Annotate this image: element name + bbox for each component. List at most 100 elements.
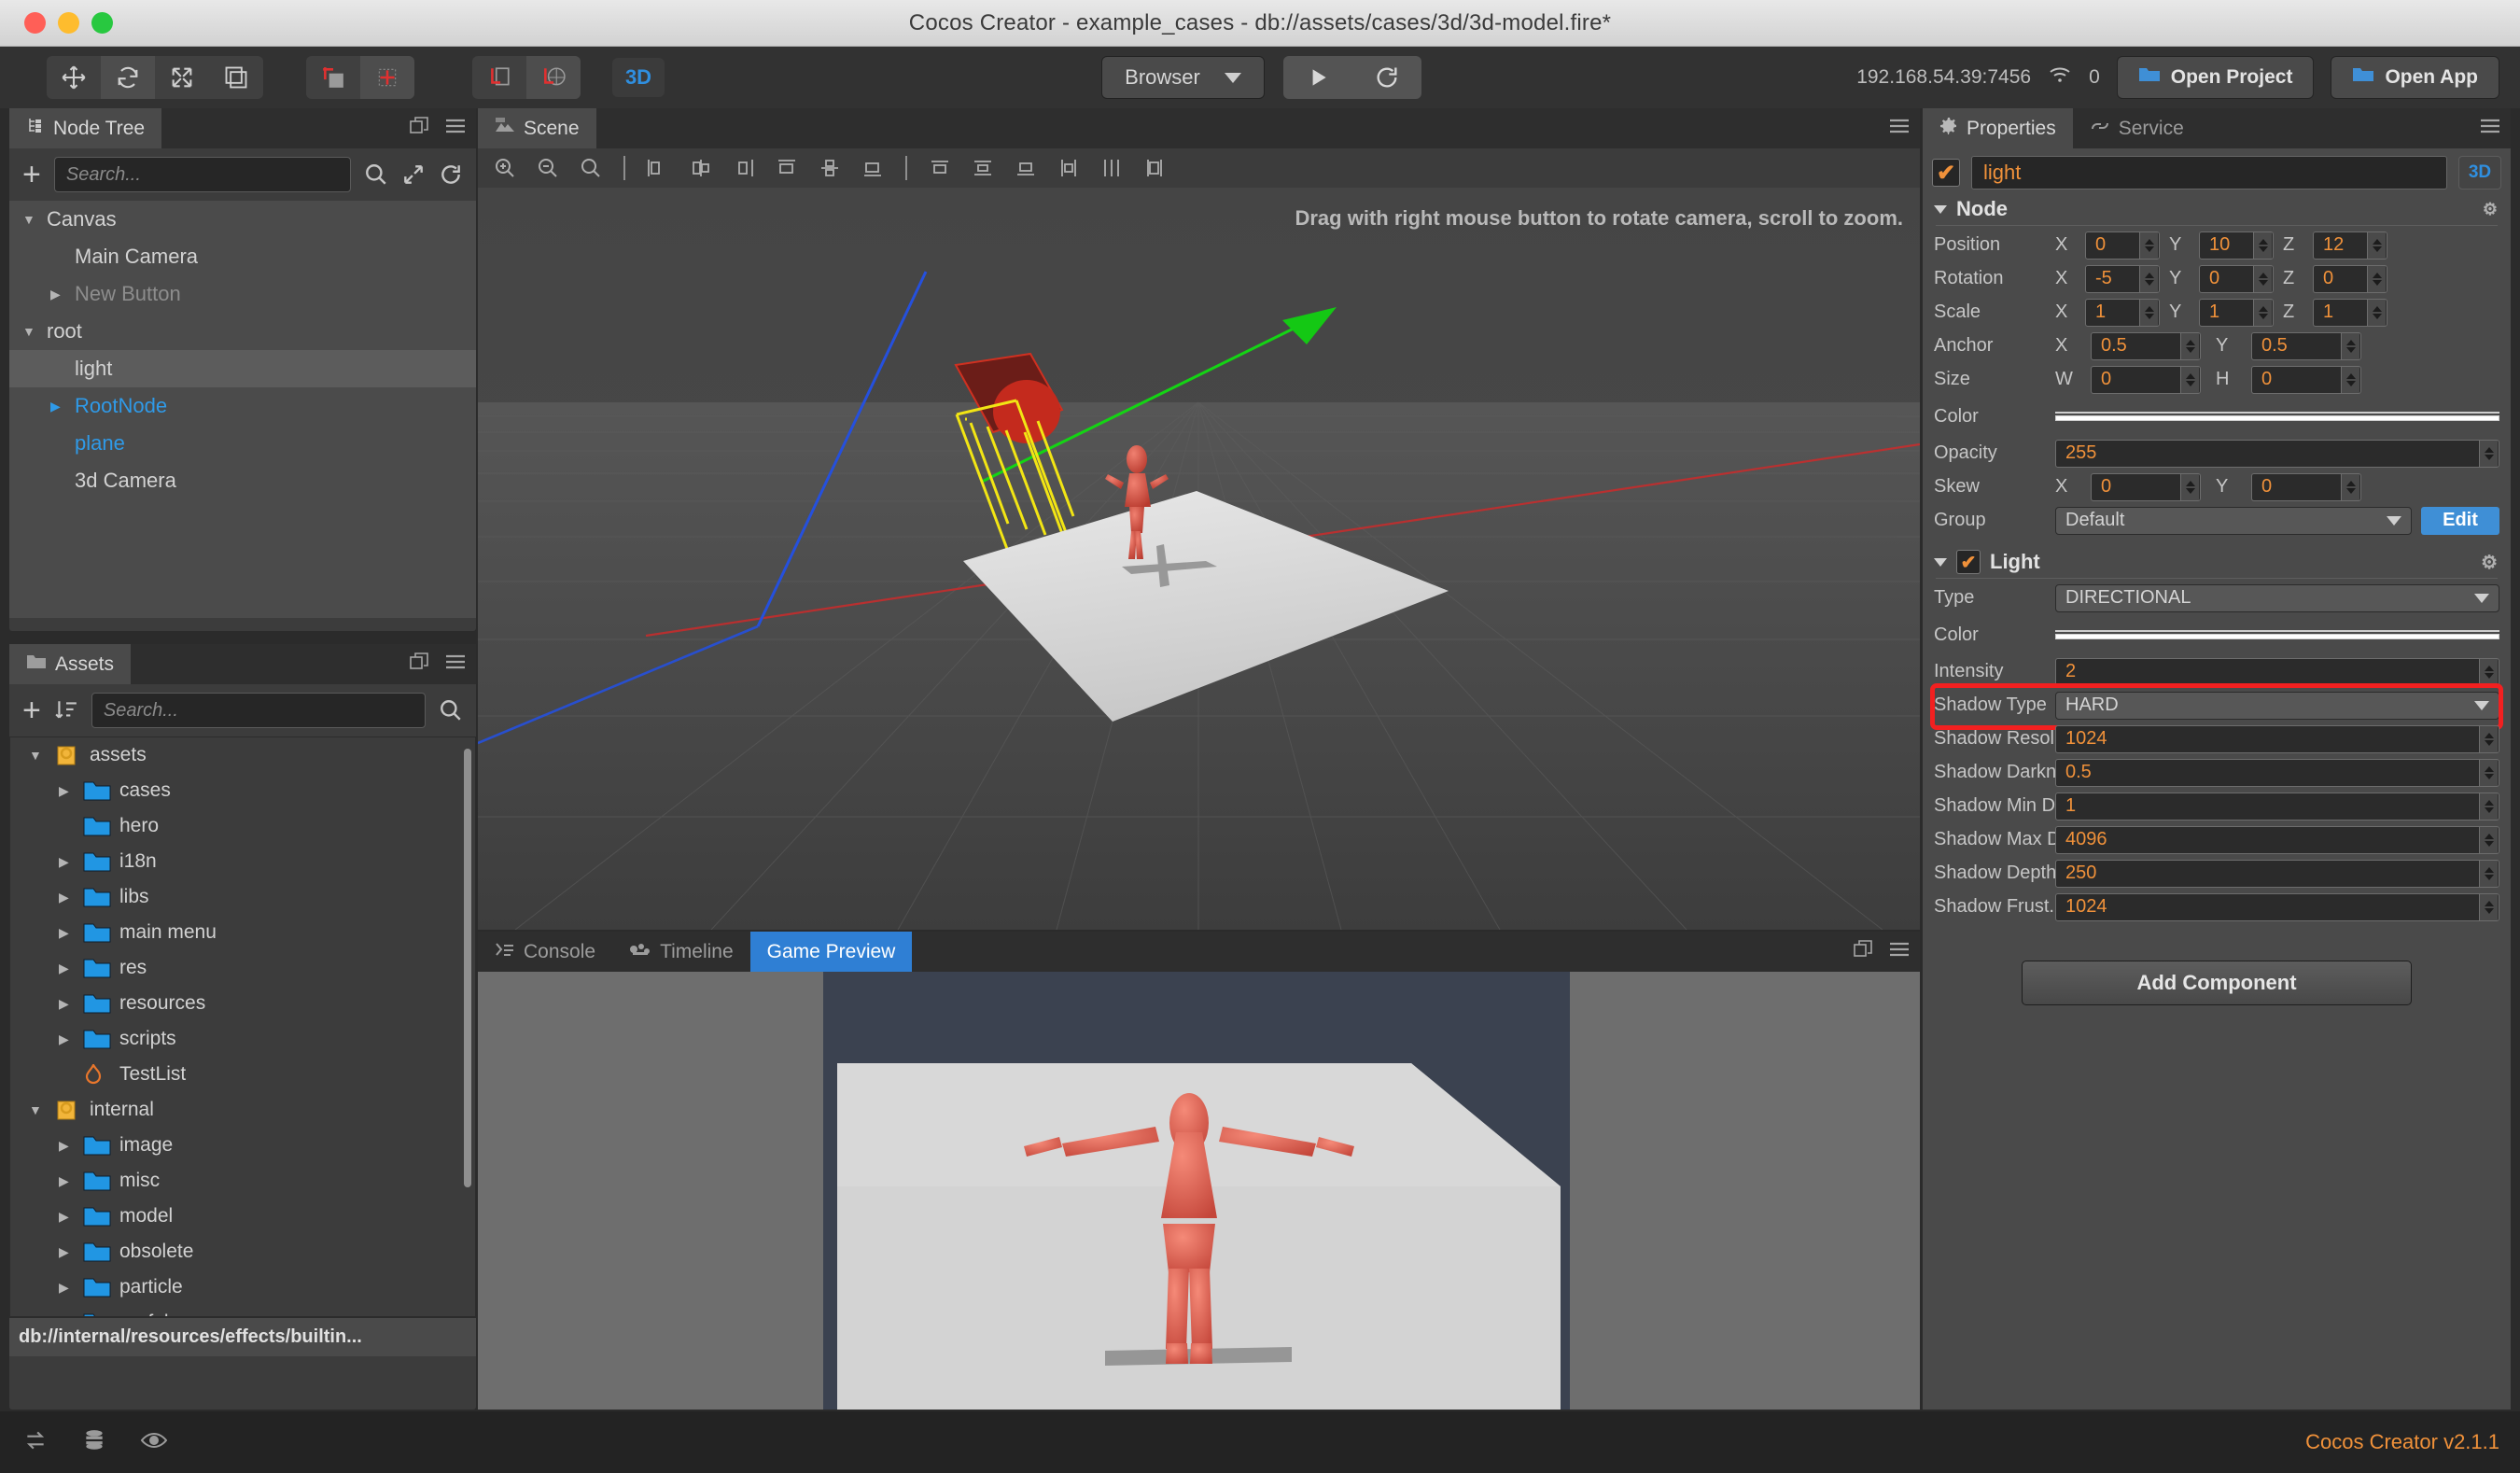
stepper-spinner[interactable]	[2341, 332, 2359, 359]
rotate-tool-button[interactable]	[101, 56, 155, 99]
node-tree-item[interactable]: ▶ New Button	[9, 275, 476, 313]
distribute-right-icon[interactable]	[1135, 150, 1174, 186]
chevron-right-icon[interactable]: ▶	[59, 783, 83, 799]
asset-tree-item[interactable]: hero	[10, 808, 475, 844]
property-number-input[interactable]: 0	[2251, 472, 2361, 501]
assets-scrollbar[interactable]	[464, 749, 471, 1187]
zoom-out-icon[interactable]	[528, 150, 567, 186]
node-tree-search-input[interactable]: Search...	[53, 157, 351, 192]
open-app-button[interactable]: Open App	[2331, 56, 2499, 99]
distribute-left-icon[interactable]	[1049, 150, 1088, 186]
pivot-pivot-button[interactable]	[306, 56, 360, 99]
popout-icon[interactable]	[409, 116, 429, 141]
chevron-right-icon[interactable]: ▶	[59, 1138, 83, 1154]
preview-target-select[interactable]: Browser	[1101, 56, 1265, 99]
stepper-spinner[interactable]	[2253, 265, 2272, 292]
stepper-spinner[interactable]	[2479, 658, 2498, 685]
property-number-input[interactable]: 1024	[2055, 892, 2499, 921]
align-bottom-icon[interactable]	[853, 150, 892, 186]
chevron-right-icon[interactable]: ▶	[50, 287, 75, 302]
property-select[interactable]: DIRECTIONAL	[2055, 583, 2499, 612]
node-section-header[interactable]: Node ⚙	[1923, 193, 2511, 225]
asset-tree-item[interactable]: ▶ res	[10, 950, 475, 986]
node-section-menu-icon[interactable]: ⚙	[2483, 200, 2498, 219]
property-number-input[interactable]: 0	[2199, 264, 2274, 293]
node-tree-item[interactable]: ▼ root	[9, 313, 476, 350]
asset-tree-item[interactable]: ▶ misc	[10, 1163, 475, 1199]
popout-icon[interactable]	[409, 652, 429, 677]
chevron-down-icon[interactable]: ▼	[22, 324, 47, 339]
node-tree-item[interactable]: ▶ RootNode	[9, 387, 476, 425]
panel-menu-icon[interactable]	[2479, 117, 2501, 140]
stepper-spinner[interactable]	[2479, 893, 2498, 920]
asset-tree-item[interactable]: ▶ i18n	[10, 844, 475, 879]
tab-service[interactable]: Service	[2073, 108, 2201, 148]
tab-scene[interactable]: Scene	[478, 108, 596, 148]
property-number-input[interactable]: 1	[2055, 792, 2499, 821]
node-name-input[interactable]: light	[1971, 156, 2447, 189]
property-number-input[interactable]: 1	[2085, 298, 2160, 327]
node-tree-item[interactable]: ▼ Canvas	[9, 201, 476, 238]
property-number-input[interactable]: 12	[2313, 231, 2387, 260]
stepper-spinner[interactable]	[2479, 440, 2498, 467]
light-section-menu-icon[interactable]: ⚙	[2481, 551, 2498, 574]
chevron-right-icon[interactable]: ▶	[59, 1031, 83, 1047]
color-picker-field[interactable]	[2055, 412, 2499, 421]
chevron-right-icon[interactable]: ▶	[59, 1173, 83, 1189]
game-preview-viewport[interactable]	[478, 972, 1920, 1410]
node-3d-toggle[interactable]: 3D	[2458, 156, 2501, 189]
toggle-3d-button[interactable]: 3D	[612, 58, 665, 97]
stepper-spinner[interactable]	[2479, 793, 2498, 820]
align-right-icon[interactable]	[724, 150, 763, 186]
open-project-button[interactable]: Open Project	[2116, 56, 2315, 99]
stepper-spinner[interactable]	[2139, 265, 2158, 292]
add-asset-button[interactable]: +	[22, 694, 41, 726]
asset-tree-item[interactable]: ▼ internal	[10, 1092, 475, 1128]
tab-game-preview[interactable]: Game Preview	[749, 932, 913, 972]
zoom-in-icon[interactable]	[485, 150, 525, 186]
node-tree-item[interactable]: light	[9, 350, 476, 387]
search-icon[interactable]	[364, 162, 388, 187]
add-component-button[interactable]: Add Component	[2022, 961, 2412, 1005]
distribute-hcenter-icon[interactable]	[1092, 150, 1131, 186]
chevron-right-icon[interactable]: ▶	[59, 961, 83, 976]
stepper-spinner[interactable]	[2341, 366, 2359, 393]
distribute-bottom-icon[interactable]	[1006, 150, 1045, 186]
zoom-reset-icon[interactable]	[571, 150, 610, 186]
property-select[interactable]: HARD	[2055, 691, 2499, 720]
coord-global-button[interactable]	[526, 56, 581, 99]
sync-icon[interactable]	[22, 1428, 49, 1457]
color-alpha-bar[interactable]	[2055, 634, 2499, 639]
stepper-spinner[interactable]	[2367, 231, 2386, 259]
distribute-vcenter-icon[interactable]	[963, 150, 1002, 186]
move-tool-button[interactable]	[47, 56, 101, 99]
property-number-input[interactable]: 4096	[2055, 825, 2499, 854]
add-node-button[interactable]: +	[22, 159, 41, 190]
database-icon[interactable]	[82, 1428, 106, 1457]
property-number-input[interactable]: 250	[2055, 859, 2499, 888]
asset-tree-item[interactable]: ▶ resources	[10, 986, 475, 1021]
scale-tool-button[interactable]	[155, 56, 209, 99]
sort-icon[interactable]	[54, 698, 78, 722]
align-left-icon[interactable]	[638, 150, 678, 186]
chevron-right-icon[interactable]: ▶	[50, 399, 75, 414]
asset-tree-item[interactable]: ▶ model	[10, 1199, 475, 1234]
asset-tree-item[interactable]: ▶ libs	[10, 879, 475, 915]
property-number-input[interactable]: 0	[2313, 264, 2387, 293]
light-enabled-checkbox[interactable]: ✔	[1956, 550, 1981, 574]
coord-local-button[interactable]	[472, 56, 526, 99]
chevron-right-icon[interactable]: ▶	[59, 1209, 83, 1225]
chevron-right-icon[interactable]: ▶	[59, 1280, 83, 1296]
stepper-spinner[interactable]	[2253, 231, 2272, 259]
align-top-icon[interactable]	[767, 150, 806, 186]
property-number-input[interactable]: 1	[2313, 298, 2387, 327]
stepper-spinner[interactable]	[2253, 299, 2272, 326]
panel-menu-icon[interactable]	[444, 652, 467, 676]
stepper-spinner[interactable]	[2180, 473, 2199, 500]
property-select[interactable]: Default	[2055, 506, 2412, 535]
property-number-input[interactable]: 255	[2055, 439, 2499, 468]
stepper-spinner[interactable]	[2479, 860, 2498, 887]
node-tree-item[interactable]: 3d Camera	[9, 462, 476, 499]
color-swatch[interactable]	[2055, 630, 2499, 632]
property-number-input[interactable]: -5	[2085, 264, 2160, 293]
